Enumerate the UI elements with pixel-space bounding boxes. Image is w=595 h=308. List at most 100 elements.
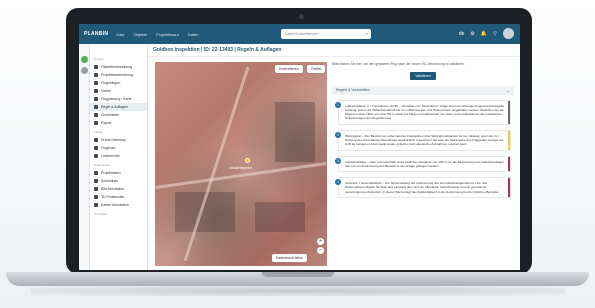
- sidebar-item-label: Flugplanung / Karte: [101, 97, 132, 101]
- settings-icon[interactable]: ⚙: [470, 31, 474, 37]
- checklist-icon: [94, 113, 98, 117]
- map-building: [275, 102, 315, 162]
- rule-text: Wohngebiet – Der Betrieb von unbemannten…: [345, 133, 504, 147]
- main-nav: Kala Objekte Projektboard Daten: [116, 32, 198, 37]
- sidebar-item-label: Checklisten: [101, 113, 120, 117]
- sidebar-item-objektbeschreibung[interactable]: Objektbeschreibung: [90, 63, 147, 71]
- sidebar-item-label: 3D Punktwolke: [101, 195, 125, 199]
- severity-bar: [508, 130, 510, 150]
- camera-icon: [299, 14, 304, 19]
- sidebar-section-title: Projekt: [94, 57, 104, 61]
- satellite-map[interactable]: Kontrollieren Gebiet Industriegebiet + −…: [155, 62, 327, 266]
- pin-icon: [94, 203, 98, 207]
- status-neutral-icon[interactable]: [81, 67, 88, 74]
- share-map-button[interactable]: Kartenbuch teilen: [271, 254, 307, 262]
- sidebar-item-flugebiegen[interactable]: Flugebiegen: [90, 79, 147, 87]
- sidebar-item-checklisten[interactable]: Checklisten: [90, 111, 147, 119]
- sidebar-item-vorlen[interactable]: Vorlen: [90, 87, 147, 95]
- sidebar-item-label: Liveberichte: [101, 154, 120, 158]
- nav-item[interactable]: Projektboard: [156, 32, 179, 37]
- top-bar-actions: de ⚙ 🔔 ▽: [459, 28, 514, 39]
- marker-label: Industriegebiet: [229, 166, 252, 170]
- filter-icon[interactable]: ▽: [493, 31, 497, 37]
- sidebar-item-punktwolke[interactable]: 3D Punktwolke: [90, 193, 147, 201]
- cross-icon: [94, 89, 98, 93]
- page-header: Goldbox inspektion | ID: 22-13493 | Rege…: [148, 44, 520, 57]
- product-shot: PLANBIN Kala Objekte Projektboard Daten …: [0, 0, 595, 308]
- sidebar-item-label: Regel & Auflagen: [101, 105, 129, 109]
- image-icon: [94, 187, 98, 191]
- rules-panel: Bitte klicken Sie hier, um den geplanten…: [332, 62, 514, 270]
- sidebar-item-flugplanung[interactable]: Flugplanung / Karte: [90, 95, 147, 103]
- sidebar-item-label: Schnellnav: [101, 179, 119, 183]
- validate-button[interactable]: Validieren: [410, 71, 436, 80]
- export-icon: [94, 121, 98, 125]
- grid-icon: [94, 73, 98, 77]
- sidebar-item-schnellnav[interactable]: Schnellnav: [90, 177, 147, 185]
- sidebar-item-regeln[interactable]: Regel & Auflagen: [90, 103, 147, 111]
- zoom-in-button[interactable]: +: [317, 238, 324, 245]
- app-screen: PLANBIN Kala Objekte Projektboard Daten …: [79, 24, 520, 270]
- chevron-down-icon: ⌄: [506, 87, 510, 93]
- sidebar-item-label: Karten Annotation: [101, 203, 129, 207]
- nav-item[interactable]: Kala: [116, 32, 124, 37]
- sidebar-item-karten-annotation[interactable]: Karten Annotation: [90, 201, 147, 209]
- laptop-notch: [262, 272, 334, 277]
- document-icon: [94, 65, 98, 69]
- status-ok-icon[interactable]: [81, 56, 88, 63]
- sidebar-item-projektbeschreibung[interactable]: Projektbeschreibung: [90, 71, 147, 79]
- severity-bar: [508, 178, 510, 198]
- sidebar: Projekt Objektbeschreibung Projektbeschr…: [90, 44, 148, 270]
- rule-card[interactable]: 4 Verkehrs- / Gewerbefläche – Zur Sicher…: [335, 177, 511, 199]
- app-logo[interactable]: PLANBIN: [84, 31, 108, 37]
- nav-item[interactable]: Objekte: [133, 32, 147, 37]
- rules-icon: [94, 105, 98, 109]
- sidebar-item-liveberichte[interactable]: Liveberichte: [90, 152, 147, 160]
- zoom-out-button[interactable]: −: [317, 247, 324, 254]
- page-title: Goldbox inspektion | ID: 22-13493 | Rege…: [153, 47, 282, 53]
- rule-card[interactable]: 2 Wohngebiet – Der Betrieb von unbemannt…: [335, 129, 511, 151]
- compass-icon: [94, 179, 98, 183]
- rule-text: Luftraumklasse C / Kontrollzone (CTR) – …: [345, 103, 505, 121]
- drone-icon: [94, 138, 98, 142]
- cloud-icon: [94, 195, 98, 199]
- severity-bar: [508, 100, 510, 124]
- sidebar-item-label: Objektbeschreibung: [101, 65, 133, 69]
- rules-accordion-header[interactable]: Regeln & Vorschriften ⌄: [332, 85, 514, 95]
- sidebar-item-label: Projektdaten: [101, 171, 121, 175]
- sidebar-item-drone-harmony[interactable]: Drone Harmony: [90, 136, 147, 144]
- avatar[interactable]: [503, 28, 514, 39]
- sidebar-item-export[interactable]: Export: [90, 119, 147, 127]
- sidebar-item-projektdaten[interactable]: Projektdaten: [90, 169, 147, 177]
- search-input[interactable]: Daten/Suche/Beispiel ⌕: [281, 29, 371, 39]
- rule-text: Industrieanlage – Über und innerhalb ein…: [345, 159, 505, 168]
- layers-button[interactable]: Gebiet: [307, 65, 326, 73]
- validation-intro: Bitte klicken Sie hier, um den geplanten…: [332, 62, 465, 66]
- rules-header-label: Regeln & Vorschriften: [336, 88, 370, 92]
- check-button-label: Kontrollieren: [279, 67, 299, 71]
- sidebar-item-label: Flugbuch: [101, 146, 116, 150]
- severity-bar: [508, 156, 510, 172]
- top-bar: PLANBIN Kala Objekte Projektboard Daten …: [79, 24, 520, 44]
- location-pin-icon[interactable]: [245, 158, 250, 163]
- sidebar-item-label: Flugebiegen: [101, 81, 121, 85]
- rule-card[interactable]: 3 Industrieanlage – Über und innerhalb e…: [335, 155, 511, 173]
- check-button[interactable]: Kontrollieren: [275, 65, 303, 73]
- search-placeholder: Daten/Suche/Beispiel: [285, 32, 319, 36]
- map-road: [183, 66, 250, 262]
- icon-rail: [79, 44, 90, 270]
- nav-item[interactable]: Daten: [188, 32, 199, 37]
- search-icon: ⌕: [365, 31, 368, 36]
- folder-icon: [94, 171, 98, 175]
- sidebar-item-label: Export: [101, 121, 112, 125]
- sidebar-item-label: Vorlen: [101, 89, 111, 93]
- rule-card[interactable]: 1 Luftraumklasse C / Kontrollzone (CTR) …: [335, 99, 511, 125]
- map-building: [255, 202, 305, 232]
- language-selector[interactable]: de: [459, 31, 465, 37]
- cross-icon: [94, 146, 98, 150]
- sidebar-section-title: Sonstiges: [94, 212, 108, 216]
- bell-icon[interactable]: 🔔: [481, 31, 487, 37]
- sidebar-section-title: Flugen: [94, 130, 104, 134]
- sidebar-item-flugbuch[interactable]: Flugbuch: [90, 144, 147, 152]
- sidebar-item-bild-annotation[interactable]: Bild Annotation: [90, 185, 147, 193]
